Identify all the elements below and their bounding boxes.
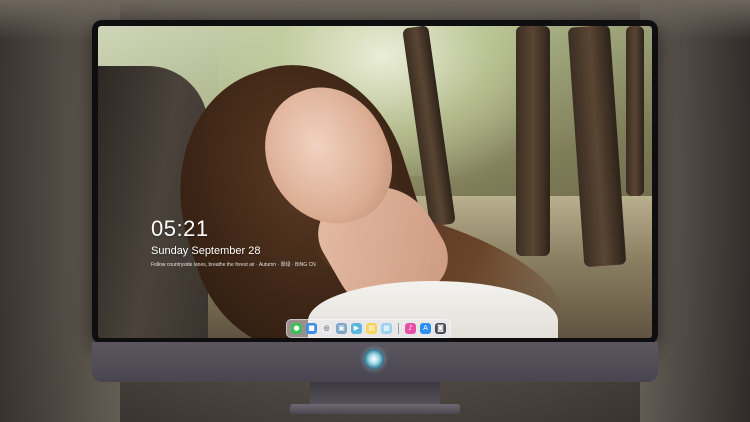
camera-icon[interactable]: ◙: [435, 323, 446, 334]
safari-icon[interactable]: ◎: [321, 323, 332, 334]
monitor-chin: [92, 342, 658, 382]
monitor-bezel: 05:21 Sunday September 28 Follow country…: [92, 20, 658, 344]
app-store-icon[interactable]: A: [420, 323, 431, 334]
monitor-stand-base: [290, 404, 460, 414]
photos-icon[interactable]: ▦: [381, 323, 392, 334]
notes-icon[interactable]: ▤: [366, 323, 377, 334]
lock-screen[interactable]: 05:21 Sunday September 28 Follow country…: [98, 26, 652, 338]
lock-date: Sunday September 28: [151, 245, 261, 257]
lock-clock: 05:21: [151, 216, 209, 241]
monitor: 05:21 Sunday September 28 Follow country…: [92, 20, 658, 414]
messages-icon[interactable]: ●: [291, 323, 302, 334]
wallpaper-tree: [516, 26, 550, 256]
itunes-icon[interactable]: ♪: [405, 323, 416, 334]
dock-separator: [398, 323, 399, 334]
clapper-icon[interactable]: ▶: [351, 323, 362, 334]
monitor-stand-neck: [310, 382, 440, 404]
brand-logo-icon: [364, 349, 384, 369]
dock: ● ■ ◎ ▣ ▶ ▤ ▦ ♪ A ◙: [286, 319, 451, 338]
preview-icon[interactable]: ▣: [336, 323, 347, 334]
finder-icon[interactable]: ■: [306, 323, 317, 334]
wallpaper-caption: Follow countryside lanes, breathe the fo…: [151, 262, 316, 268]
wallpaper-tree: [626, 26, 644, 196]
